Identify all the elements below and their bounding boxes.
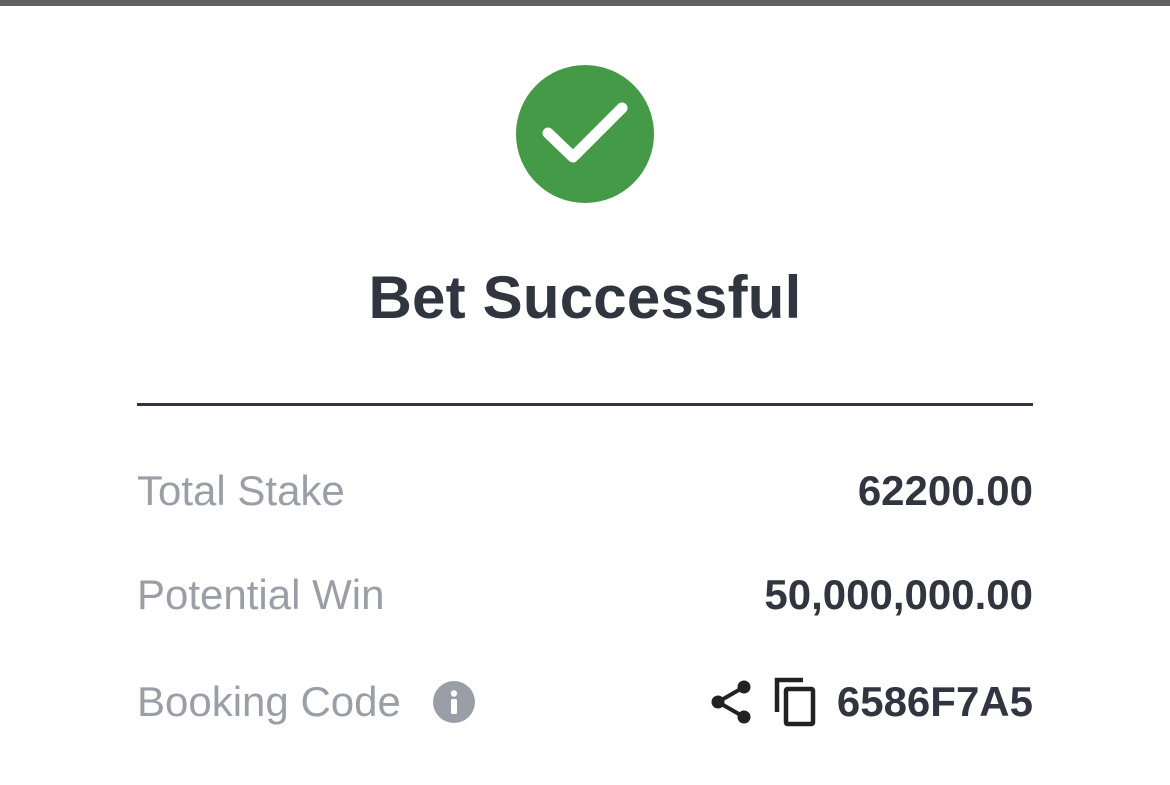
total-stake-row: Total Stake 62200.00 (137, 461, 1033, 521)
info-glyph (450, 690, 458, 714)
copy-icon[interactable] (773, 676, 817, 728)
divider (137, 403, 1033, 406)
total-stake-label: Total Stake (137, 467, 345, 514)
share-icon[interactable] (709, 678, 753, 726)
total-stake-value: 62200.00 (857, 467, 1033, 514)
booking-code-row: Booking Code 6586F7A5 (137, 672, 1033, 732)
booking-code-label-group: Booking Code (137, 678, 475, 726)
page-title: Bet Successful (368, 264, 802, 331)
potential-win-value: 50,000,000.00 (764, 571, 1033, 618)
potential-win-label: Potential Win (137, 571, 385, 618)
info-icon[interactable] (432, 681, 475, 723)
checkmark-circle-icon (516, 65, 654, 203)
booking-code-label: Booking Code (137, 678, 401, 725)
checkmark-icon (542, 102, 628, 163)
booking-code-actions (709, 676, 817, 728)
top-edge-bar (0, 0, 1170, 6)
booking-code-value-group: 6586F7A5 (709, 676, 1033, 728)
potential-win-row: Potential Win 50,000,000.00 (137, 565, 1033, 625)
booking-code-value[interactable]: 6586F7A5 (837, 678, 1033, 726)
